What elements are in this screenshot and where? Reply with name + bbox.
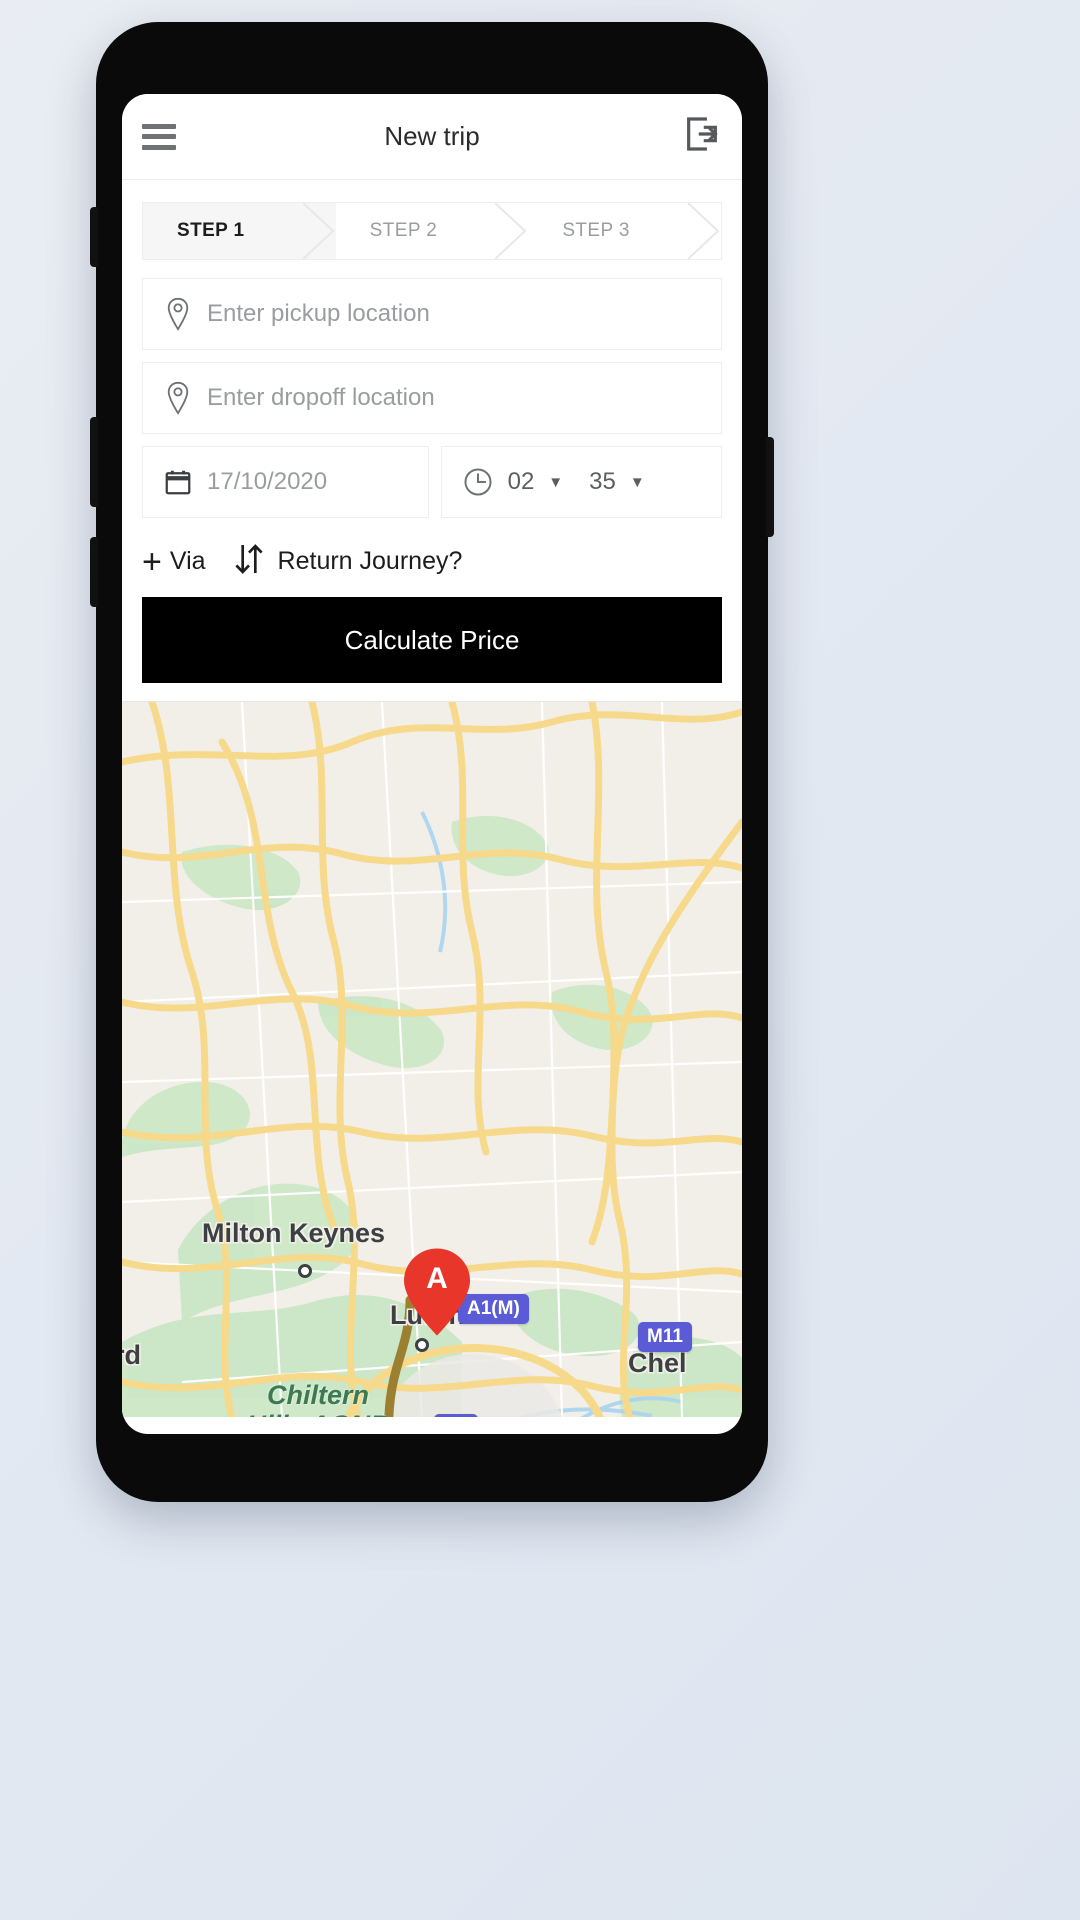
map-marker-pickup[interactable]: A — [404, 1248, 470, 1336]
page-title: New trip — [384, 121, 480, 151]
calculate-price-label: Calculate Price — [344, 624, 520, 655]
map-marker-pickup-label: A — [426, 1262, 448, 1295]
tab-step-3[interactable]: STEP 3 — [528, 203, 721, 259]
phone-frame: New trip STEP 1 STEP 2 STEP 3 Enter pick… — [90, 22, 774, 1502]
chevron-down-icon[interactable]: ▼ — [630, 474, 645, 491]
phone-button-power — [766, 437, 774, 537]
return-journey-label: Return Journey? — [277, 547, 463, 575]
time-hour-value: 02 — [507, 468, 535, 495]
calendar-icon — [163, 467, 197, 497]
pickup-location-field[interactable]: Enter pickup location — [142, 278, 722, 350]
plus-icon: + — [142, 542, 162, 581]
tab-step-1-label: STEP 1 — [177, 220, 245, 241]
logout-icon[interactable] — [682, 114, 722, 159]
map-pin-icon — [163, 381, 197, 415]
hamburger-menu-icon[interactable] — [142, 123, 176, 150]
map-pin-icon — [163, 297, 197, 331]
motorway-shield[interactable]: M11 — [638, 1322, 692, 1352]
tab-step-3-label: STEP 3 — [562, 220, 630, 241]
dropoff-location-field[interactable]: Enter dropoff location — [142, 362, 722, 434]
add-via-button[interactable]: + Via — [142, 545, 206, 579]
app-header: New trip — [122, 94, 742, 180]
city-dot — [415, 1338, 429, 1352]
chevron-right-icon — [688, 203, 721, 259]
tab-step-2-label: STEP 2 — [369, 220, 438, 241]
calculate-price-button[interactable]: Calculate Price — [142, 597, 722, 683]
date-field[interactable]: 17/10/2020 — [142, 446, 429, 518]
time-minute-value: 35 — [589, 468, 616, 495]
city-dot — [298, 1264, 312, 1278]
phone-button-volume — [90, 417, 98, 507]
dropoff-location-placeholder: Enter dropoff location — [207, 384, 435, 411]
tab-step-2[interactable]: STEP 2 — [336, 203, 529, 259]
motorway-shield[interactable]: M1 — [434, 1414, 479, 1417]
date-value: 17/10/2020 — [207, 468, 328, 495]
trip-form: Enter pickup location Enter dropoff loca… — [122, 260, 742, 518]
app-screen: New trip STEP 1 STEP 2 STEP 3 Enter pick… — [122, 94, 742, 1434]
add-via-label: Via — [169, 547, 206, 575]
clock-icon — [462, 466, 496, 498]
map-view[interactable]: Milton Keynes Luton London Reading sings… — [122, 701, 742, 1417]
step-tabs: STEP 1 STEP 2 STEP 3 — [142, 202, 722, 260]
phone-button-left-top — [90, 207, 98, 267]
return-journey-button[interactable]: Return Journey? — [234, 542, 463, 581]
pickup-location-placeholder: Enter pickup location — [207, 300, 430, 327]
steps-container: STEP 1 STEP 2 STEP 3 — [122, 180, 742, 260]
date-time-row: 17/10/2020 02 ▼ 35 ▼ — [142, 446, 722, 518]
tab-step-1[interactable]: STEP 1 — [143, 203, 336, 259]
time-field[interactable]: 02 ▼ 35 ▼ — [440, 446, 722, 518]
phone-button-left-bottom — [90, 537, 98, 607]
chevron-right-icon — [302, 203, 337, 259]
chevron-down-icon[interactable]: ▼ — [548, 474, 563, 491]
form-links: + Via Return Journey? — [122, 524, 742, 597]
chevron-right-icon — [495, 203, 529, 259]
swap-vertical-icon — [234, 542, 264, 581]
